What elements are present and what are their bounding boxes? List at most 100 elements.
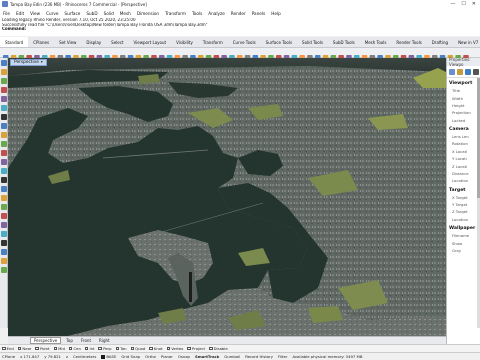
osnap-tan[interactable]: Tan xyxy=(115,346,127,351)
toggle-filter[interactable]: Filter xyxy=(278,354,287,359)
side-tool-icon[interactable] xyxy=(1,240,7,246)
osnap-point[interactable]: Point xyxy=(35,346,50,351)
osnap-project[interactable]: Project xyxy=(187,346,205,351)
osnap-near[interactable]: Near xyxy=(17,346,31,351)
osnap-int[interactable]: Int xyxy=(84,346,94,351)
side-tool-icon[interactable] xyxy=(1,231,7,237)
side-tool-icon[interactable] xyxy=(1,78,7,84)
tab-viewport-layout[interactable]: Viewport Layout xyxy=(129,37,172,47)
section-viewport[interactable]: Viewport xyxy=(447,78,480,87)
osnap-disable[interactable]: Disable xyxy=(209,346,228,351)
menu-curve[interactable]: Curve xyxy=(46,11,58,16)
tab-standard[interactable]: Standard xyxy=(0,37,29,47)
side-tool-icon[interactable] xyxy=(1,177,7,183)
osnap-bar: End Near Point Mid Cen Int Perp Tan Quad… xyxy=(0,344,480,352)
menu-help[interactable]: Help xyxy=(271,11,281,16)
toggle-ortho[interactable]: Ortho xyxy=(145,354,156,359)
toggle-gumball[interactable]: Gumball xyxy=(224,354,240,359)
toggle-planar[interactable]: Planar xyxy=(161,354,173,359)
tab-visibility[interactable]: Visibility xyxy=(171,37,198,47)
menu-surface[interactable]: Surface xyxy=(64,11,80,16)
menu-file[interactable]: File xyxy=(3,11,10,16)
close-button[interactable]: ✕ xyxy=(472,1,476,7)
osnap-end[interactable]: End xyxy=(2,346,14,351)
side-tool-icon[interactable] xyxy=(1,159,7,165)
tab-display[interactable]: Display xyxy=(81,37,106,47)
property-row: Y Locati xyxy=(452,156,467,162)
side-tool-icon[interactable] xyxy=(1,195,7,201)
perspective-viewport[interactable]: Perspective ▾ xyxy=(8,58,446,336)
menu-view[interactable]: View xyxy=(30,11,40,16)
tab-cplanes[interactable]: CPlanes xyxy=(28,37,54,47)
viewport-tabs: Perspective Top Front Right xyxy=(8,336,446,344)
maximize-button[interactable]: ☐ xyxy=(461,1,465,7)
side-tool-icon[interactable] xyxy=(1,258,7,264)
osnap-cen[interactable]: Cen xyxy=(68,346,81,351)
menu-mesh[interactable]: Mesh xyxy=(120,11,131,16)
tab-transform[interactable]: Transform xyxy=(198,37,228,47)
property-row: X Locati xyxy=(452,148,468,154)
side-tool-icon[interactable] xyxy=(1,141,7,147)
section-target[interactable]: Target xyxy=(447,185,480,194)
side-tool-icon[interactable] xyxy=(1,204,7,210)
viewtab-top[interactable]: Top xyxy=(63,338,76,343)
tab-surface-tools[interactable]: Surface Tools xyxy=(261,37,297,47)
side-tool-icon[interactable] xyxy=(1,87,7,93)
menu-analyze[interactable]: Analyze xyxy=(208,11,225,16)
side-tool-icon[interactable] xyxy=(1,222,7,228)
side-tool-icon[interactable] xyxy=(1,249,7,255)
status-bar: CPlane x 171.647 y 79.821 z Centimeters … xyxy=(0,352,480,360)
tab-select[interactable]: Select xyxy=(106,37,128,47)
side-tool-icon[interactable] xyxy=(1,123,7,129)
side-tool-icon[interactable] xyxy=(1,267,7,273)
tab-curve-tools[interactable]: Curve Tools xyxy=(228,37,261,47)
menu-render[interactable]: Render xyxy=(231,11,246,16)
toggle-smarttrack[interactable]: SmartTrack xyxy=(195,354,219,359)
menu-edit[interactable]: Edit xyxy=(16,11,24,16)
lock-icon[interactable] xyxy=(473,68,479,75)
side-tool-icon[interactable] xyxy=(1,132,7,138)
object-properties-icon[interactable] xyxy=(449,68,455,75)
tab-solid-tools[interactable]: Solid Tools xyxy=(297,37,328,47)
layer-indicator[interactable]: BASE xyxy=(101,354,116,359)
side-tool-icon[interactable] xyxy=(1,96,7,102)
menu-tools[interactable]: Tools xyxy=(192,11,202,16)
material-icon[interactable] xyxy=(457,68,463,75)
viewport-title[interactable]: Perspective ▾ xyxy=(10,59,47,66)
tab-drafting[interactable]: Drafting xyxy=(427,37,453,47)
minimize-button[interactable]: — xyxy=(450,1,455,7)
menu-solid[interactable]: Solid xyxy=(104,11,114,16)
toggle-record-history[interactable]: Record History xyxy=(245,354,273,359)
toggle-grid-snap[interactable]: Grid Snap xyxy=(121,354,140,359)
osnap-quad[interactable]: Quad xyxy=(130,346,145,351)
side-tool-icon[interactable] xyxy=(1,114,7,120)
section-camera[interactable]: Camera xyxy=(447,124,480,133)
side-tool-icon[interactable] xyxy=(1,60,7,66)
menu-dimension[interactable]: Dimension xyxy=(137,11,159,16)
side-tool-icon[interactable] xyxy=(1,150,7,156)
menu-subd[interactable]: SubD xyxy=(86,11,97,16)
menu-panels[interactable]: Panels xyxy=(252,11,265,16)
viewtab-front[interactable]: Front xyxy=(78,338,94,343)
side-tool-icon[interactable] xyxy=(1,213,7,219)
tab-mesh-tools[interactable]: Mesh Tools xyxy=(360,37,392,47)
side-tool-icon[interactable] xyxy=(1,105,7,111)
viewtab-right[interactable]: Right xyxy=(96,338,113,343)
section-wallpaper[interactable]: Wallpaper xyxy=(447,223,480,232)
tab-new-in-v7[interactable]: New in V7 xyxy=(453,37,480,47)
side-tool-icon[interactable] xyxy=(1,168,7,174)
side-tool-icon[interactable] xyxy=(1,69,7,75)
osnap-mid[interactable]: Mid xyxy=(53,346,65,351)
osnap-vertex[interactable]: Vertex xyxy=(166,346,183,351)
side-tool-icon[interactable] xyxy=(1,186,7,192)
menu-transform[interactable]: Transform xyxy=(165,11,186,16)
tab-subd-tools[interactable]: SubD Tools xyxy=(328,37,360,47)
command-prompt[interactable]: Command: xyxy=(2,27,480,32)
viewtab-perspective[interactable]: Perspective xyxy=(30,337,62,344)
osnap-knot[interactable]: Knot xyxy=(149,346,163,351)
tab-set-view[interactable]: Set View xyxy=(54,37,81,47)
toggle-osnap[interactable]: Osnap xyxy=(178,354,190,359)
osnap-perp[interactable]: Perp xyxy=(98,346,112,351)
viewport-properties-icon[interactable] xyxy=(465,68,471,75)
tab-render-tools[interactable]: Render Tools xyxy=(391,37,426,47)
